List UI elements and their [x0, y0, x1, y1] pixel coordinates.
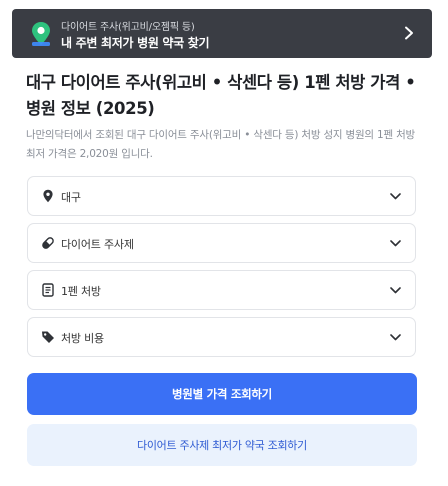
map-pin-icon [32, 22, 50, 46]
app-banner[interactable]: 다이어트 주사(위고비/오젬픽 등) 내 주변 최저가 병원 약국 찾기 [12, 9, 432, 58]
chevron-down-icon [390, 287, 401, 294]
banner-subtitle: 다이어트 주사(위고비/오젬픽 등) [61, 22, 195, 33]
cost-select[interactable]: 처방 비용 [27, 317, 416, 357]
document-icon [42, 283, 54, 297]
page-title: 대구 다이어트 주사(위고비 • 삭센다 등) 1펜 처방 가격 • 병원 정보… [26, 73, 416, 118]
chevron-down-icon [390, 334, 401, 341]
banner-title: 내 주변 최저가 병원 약국 찾기 [61, 36, 210, 50]
location-pin-icon [43, 189, 53, 203]
prescription-select-label: 1펜 처방 [61, 285, 101, 298]
pill-icon [42, 237, 54, 249]
chevron-down-icon [390, 240, 401, 247]
search-pharmacy-prices-button[interactable]: 다이어트 주사제 최저가 약국 조회하기 [27, 424, 417, 466]
cost-select-label: 처방 비용 [61, 332, 104, 345]
chevron-right-icon [405, 26, 413, 40]
search-hospital-prices-button[interactable]: 병원별 가격 조회하기 [27, 373, 417, 415]
chevron-down-icon [390, 193, 401, 200]
region-select[interactable]: 대구 [27, 176, 416, 216]
treatment-select[interactable]: 다이어트 주사제 [27, 223, 416, 263]
prescription-select[interactable]: 1펜 처방 [27, 270, 416, 310]
treatment-select-label: 다이어트 주사제 [61, 238, 134, 251]
price-tag-icon [42, 331, 54, 343]
region-select-label: 대구 [61, 191, 81, 204]
page-description: 나만의닥터에서 조회된 대구 다이어트 주사(위고비 • 삭센다 등) 처방 성… [26, 129, 416, 160]
